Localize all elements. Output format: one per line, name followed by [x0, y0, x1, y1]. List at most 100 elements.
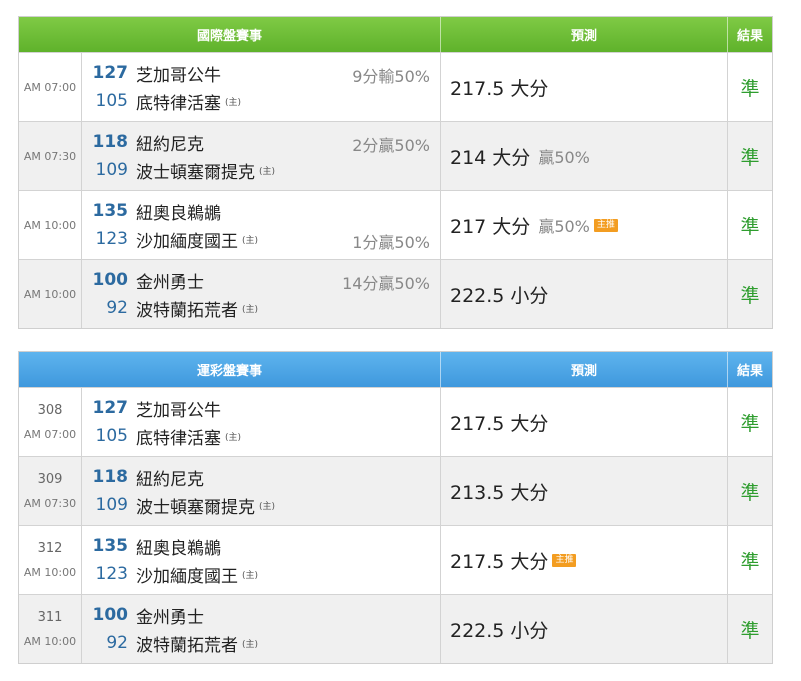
- teams-cell: 135 紐奧良鵜鶘 123 沙加緬度國王 (主): [82, 526, 441, 594]
- away-team-name: 紐奧良鵜鶘: [136, 538, 221, 559]
- home-team-line: 105 底特律活塞 (主): [82, 424, 242, 449]
- teams-cell: 118 紐約尼克 109 波士頓塞爾提克 (主) 2分贏50%: [82, 122, 441, 190]
- result-value: 準: [740, 481, 760, 504]
- game-id: 308: [37, 403, 63, 418]
- result-value: 準: [740, 550, 760, 573]
- away-score: 135: [92, 201, 129, 221]
- game-time: AM 10:00: [23, 287, 77, 301]
- result-value: 準: [740, 77, 760, 100]
- home-marker: (主): [225, 97, 242, 108]
- prediction-value: 214 大分: [450, 146, 531, 169]
- away-score: 100: [92, 605, 129, 625]
- prediction-cell: 217.5 大分: [441, 53, 728, 121]
- home-score: 109: [95, 495, 128, 515]
- home-marker: (主): [259, 166, 276, 177]
- game-row[interactable]: AM 10:00 100 金州勇士 92 波特蘭拓荒者 (主) 14分贏50% 222.5 小…: [19, 259, 772, 328]
- home-team-line: 92 波特蘭拓荒者 (主): [82, 631, 258, 656]
- home-team-name: 沙加緬度國王: [136, 566, 238, 587]
- game-row[interactable]: 309 AM 07:30 118 紐約尼克 109 波士頓塞爾提克 (主) 213.5 大分 準: [19, 456, 772, 525]
- home-team-name: 波特蘭拓荒者: [136, 635, 238, 656]
- game-row[interactable]: 308 AM 07:00 127 芝加哥公牛 105 底特律活塞 (主) 217.5 大分 準: [19, 387, 772, 456]
- home-marker: (主): [242, 235, 259, 246]
- spread-result: 1分贏50%: [352, 233, 430, 252]
- game-row[interactable]: 311 AM 10:00 100 金州勇士 92 波特蘭拓荒者 (主) 222.5 小分 準: [19, 594, 772, 663]
- game-time-cell: 309 AM 07:30: [19, 457, 82, 525]
- teams-cell: 100 金州勇士 92 波特蘭拓荒者 (主): [82, 595, 441, 663]
- result-cell: 準: [728, 526, 772, 594]
- spread-result: 9分輸50%: [352, 67, 430, 86]
- home-team-line: 123 沙加緬度國王 (主): [82, 227, 259, 252]
- away-team-name: 金州勇士: [136, 607, 204, 628]
- home-score: 105: [95, 91, 128, 111]
- home-score: 92: [106, 633, 128, 653]
- game-time-cell: 311 AM 10:00: [19, 595, 82, 663]
- away-score: 135: [92, 536, 129, 556]
- header-result: 結果: [736, 29, 763, 44]
- game-time: AM 10:00: [23, 566, 77, 579]
- prediction-value: 217.5 大分: [450, 412, 549, 435]
- table-header: 運彩盤賽事 預測 結果: [19, 352, 772, 387]
- game-time: AM 07:00: [23, 428, 77, 441]
- sports-lottery-table: 運彩盤賽事 預測 結果 308 AM 07:00 127 芝加哥公牛 105 底特律活塞 (主) 2…: [18, 351, 773, 664]
- away-team-line: 118 紐約尼克: [82, 130, 205, 155]
- prediction-cell: 217.5 大分: [441, 388, 728, 456]
- away-team-name: 金州勇士: [136, 272, 204, 293]
- game-time-cell: 308 AM 07:00: [19, 388, 82, 456]
- header-result: 結果: [736, 364, 763, 379]
- prediction-value: 217.5 大分: [450, 550, 549, 573]
- home-team-line: 109 波士頓塞爾提克 (主): [82, 158, 276, 183]
- home-score: 109: [95, 160, 128, 180]
- prediction-cell: 214 大分 贏50%: [441, 122, 728, 190]
- result-cell: 準: [728, 595, 772, 663]
- away-team-line: 127 芝加哥公牛: [82, 61, 222, 86]
- result-value: 準: [740, 284, 760, 307]
- prediction-cell: 222.5 小分: [441, 595, 728, 663]
- header-title: 運彩盤賽事: [19, 352, 441, 387]
- home-team-name: 波士頓塞爾提克: [136, 162, 255, 183]
- away-score: 127: [92, 398, 129, 418]
- result-value: 準: [740, 215, 760, 238]
- away-team-name: 紐約尼克: [136, 134, 204, 155]
- game-time: AM 10:00: [23, 635, 77, 648]
- home-team-name: 沙加緬度國王: [136, 231, 238, 252]
- spread-result: 14分贏50%: [342, 274, 430, 293]
- home-score: 123: [95, 229, 128, 249]
- game-time: AM 07:30: [23, 149, 77, 163]
- home-team-name: 波士頓塞爾提克: [136, 497, 255, 518]
- home-team-line: 105 底特律活塞 (主): [82, 89, 242, 114]
- home-marker: (主): [225, 432, 242, 443]
- prediction-value: 222.5 小分: [450, 284, 549, 307]
- result-cell: 準: [728, 122, 772, 190]
- away-score: 127: [92, 63, 129, 83]
- game-time-cell: AM 10:00: [19, 191, 82, 259]
- game-time-cell: AM 07:00: [19, 53, 82, 121]
- game-row[interactable]: AM 07:00 127 芝加哥公牛 105 底特律活塞 (主) 9分輸50% 217.5 大…: [19, 52, 772, 121]
- away-team-name: 紐奧良鵜鶘: [136, 203, 221, 224]
- featured-pick-badge: 主推: [552, 553, 577, 567]
- home-team-line: 123 沙加緬度國王 (主): [82, 562, 258, 587]
- result-value: 準: [740, 412, 760, 435]
- prediction-cell: 217.5 大分 主推: [441, 526, 728, 594]
- away-team-line: 135 紐奧良鵜鶘: [82, 534, 222, 559]
- teams-cell: 135 紐奧良鵜鶘 123 沙加緬度國王 (主) 1分贏50%: [82, 191, 441, 259]
- prediction-value: 217.5 大分: [450, 77, 549, 100]
- away-team-name: 芝加哥公牛: [136, 65, 221, 86]
- prediction-cell: 213.5 大分: [441, 457, 728, 525]
- teams-cell: 100 金州勇士 92 波特蘭拓荒者 (主) 14分贏50%: [82, 260, 441, 328]
- game-row[interactable]: 312 AM 10:00 135 紐奧良鵜鶘 123 沙加緬度國王 (主) 217.5 大分主…: [19, 525, 772, 594]
- game-row[interactable]: AM 07:30 118 紐約尼克 109 波士頓塞爾提克 (主) 2分贏50% 214 大分…: [19, 121, 772, 190]
- result-value: 準: [740, 619, 760, 642]
- teams-cell: 127 芝加哥公牛 105 底特律活塞 (主) 9分輸50%: [82, 53, 441, 121]
- header-prediction: 預測: [441, 352, 728, 387]
- result-value: 準: [740, 146, 760, 169]
- game-time: AM 10:00: [23, 218, 77, 232]
- away-team-line: 118 紐約尼克: [82, 465, 205, 490]
- international-odds-table: 國際盤賽事 預測 結果 AM 07:00 127 芝加哥公牛 105 底特律活塞 (主) 9分輸5…: [18, 16, 773, 329]
- game-row[interactable]: AM 10:00 135 紐奧良鵜鶘 123 沙加緬度國王 (主) 1分贏50% 217 大分…: [19, 190, 772, 259]
- home-team-name: 底特律活塞: [136, 93, 221, 114]
- away-team-name: 芝加哥公牛: [136, 400, 221, 421]
- away-team-name: 紐約尼克: [136, 469, 204, 490]
- result-cell: 準: [728, 260, 772, 328]
- prediction-cell: 217 大分 贏50% 主推: [441, 191, 728, 259]
- home-team-name: 波特蘭拓荒者: [136, 300, 238, 321]
